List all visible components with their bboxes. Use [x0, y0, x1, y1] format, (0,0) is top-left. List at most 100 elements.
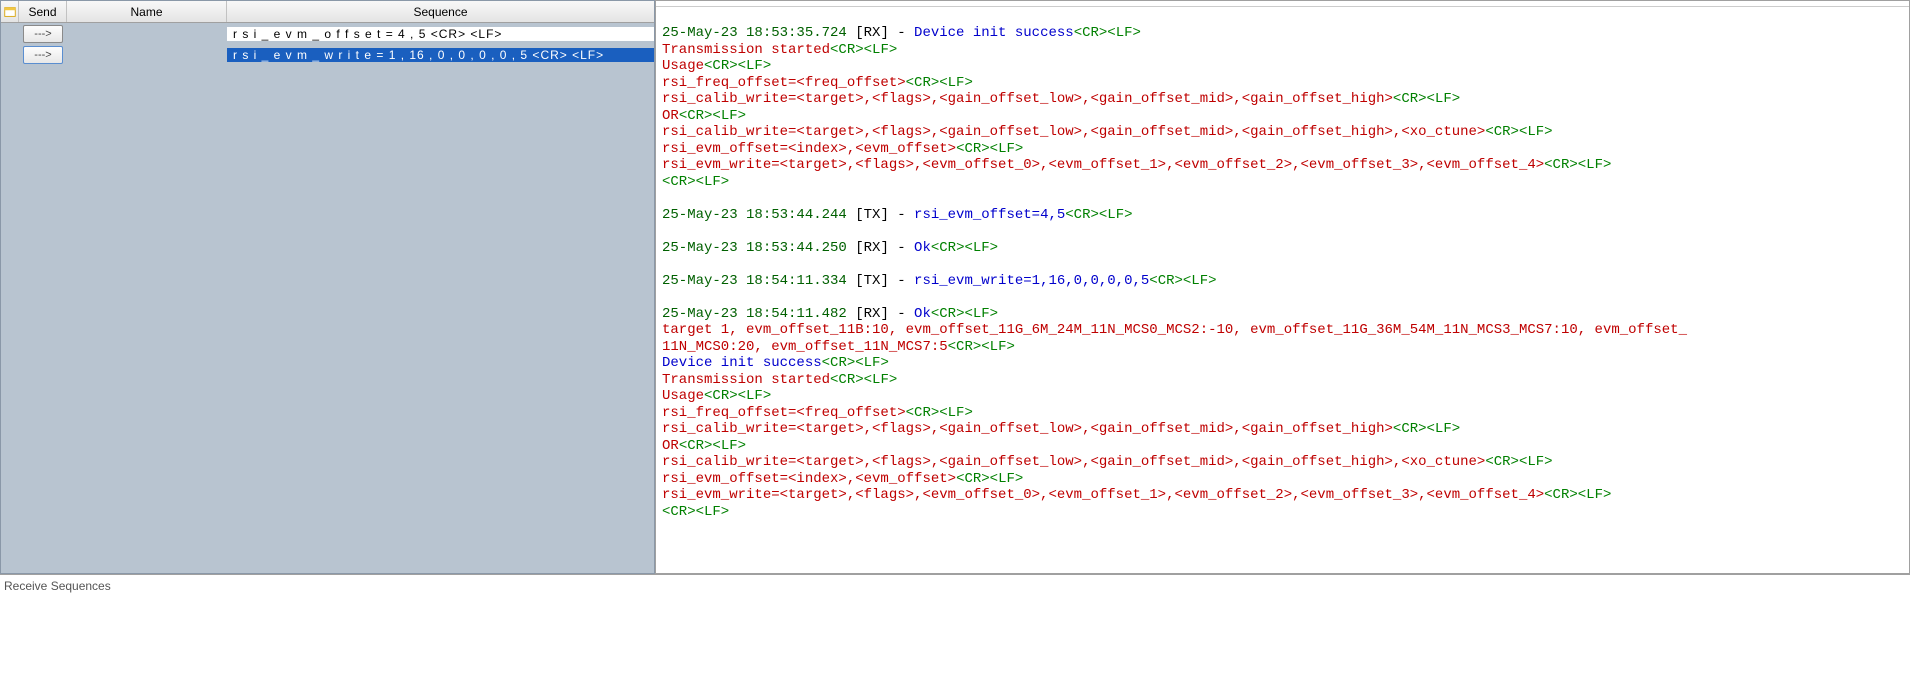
log-segment: <CR><LF> — [1485, 124, 1552, 140]
log-line — [662, 256, 1903, 273]
log-line: Usage<CR><LF> — [662, 58, 1903, 75]
log-segment: 25-May-23 18:53:35.724 — [662, 25, 855, 41]
row-send-cell: ---> — [19, 25, 67, 43]
log-segment: target 1, evm_offset_11B:10, evm_offset_… — [662, 322, 1687, 338]
log-line: rsi_evm_offset=<index>,<evm_offset><CR><… — [662, 141, 1903, 158]
log-line: 11N_MCS0:20, evm_offset_11N_MCS7:5<CR><L… — [662, 339, 1903, 356]
log-line: <CR><LF> — [662, 504, 1903, 521]
row-send-cell: ---> — [19, 46, 67, 64]
log-line: 25-May-23 18:53:44.250 [RX] - Ok<CR><LF> — [662, 240, 1903, 257]
log-line — [662, 223, 1903, 240]
tabs-bar — [656, 0, 1909, 7]
log-line: rsi_calib_write=<target>,<flags>,<gain_o… — [662, 454, 1903, 471]
log-line: rsi_calib_write=<target>,<flags>,<gain_o… — [662, 421, 1903, 438]
log-line: rsi_calib_write=<target>,<flags>,<gain_o… — [662, 124, 1903, 141]
log-segment: <CR><LF> — [1074, 25, 1141, 41]
log-segment: Transmission started — [662, 42, 830, 58]
log-segment: Usage — [662, 58, 704, 74]
log-segment: Device init success — [662, 355, 822, 371]
log-segment: <CR><LF> — [830, 372, 897, 388]
log-line — [662, 190, 1903, 207]
log-segment: <CR><LF> — [956, 141, 1023, 157]
log-segment: rsi_freq_offset=<freq_offset> — [662, 405, 906, 421]
terminal-output[interactable]: 25-May-23 18:53:35.724 [RX] - Device ini… — [662, 25, 1903, 567]
log-segment: 11N_MCS0:20, evm_offset_11N_MCS7:5 — [662, 339, 948, 355]
header-send[interactable]: Send — [19, 1, 67, 22]
log-line: target 1, evm_offset_11B:10, evm_offset_… — [662, 322, 1903, 339]
terminal-panel: 25-May-23 18:53:35.724 [RX] - Device ini… — [655, 0, 1910, 574]
table-body: ---> r s i _ e v m _ o f f s e t = 4 , 5 … — [1, 23, 654, 573]
log-segment: <CR><LF> — [1149, 273, 1216, 289]
header-icon-col — [1, 1, 19, 22]
log-segment: rsi_evm_write=<target>,<flags>,<evm_offs… — [662, 157, 1544, 173]
log-line: Transmission started<CR><LF> — [662, 372, 1903, 389]
log-line: 25-May-23 18:54:11.334 [TX] - rsi_evm_wr… — [662, 273, 1903, 290]
log-segment: rsi_evm_write=<target>,<flags>,<evm_offs… — [662, 487, 1544, 503]
log-segment: rsi_evm_write=1,16,0,0,0,0,5 — [914, 273, 1149, 289]
log-segment: OR — [662, 108, 679, 124]
log-segment: <CR><LF> — [662, 174, 729, 190]
log-segment: <CR><LF> — [662, 504, 729, 520]
log-segment: rsi_evm_offset=<index>,<evm_offset> — [662, 471, 956, 487]
log-segment: Ok — [914, 240, 931, 256]
log-line: rsi_freq_offset=<freq_offset><CR><LF> — [662, 75, 1903, 92]
log-segment: rsi_calib_write=<target>,<flags>,<gain_o… — [662, 421, 1393, 437]
table-row[interactable]: ---> r s i _ e v m _ w r i t e = 1 , 16 ,… — [1, 44, 654, 65]
log-segment: [RX] - — [855, 25, 914, 41]
log-line — [662, 289, 1903, 306]
table-row[interactable]: ---> r s i _ e v m _ o f f s e t = 4 , 5 … — [1, 23, 654, 44]
log-segment: <CR><LF> — [931, 306, 998, 322]
table-row[interactable] — [1, 65, 654, 86]
log-line: Device init success<CR><LF> — [662, 355, 1903, 372]
log-segment: [RX] - — [855, 306, 914, 322]
send-button[interactable]: ---> — [23, 25, 63, 43]
log-segment: <CR><LF> — [1485, 454, 1552, 470]
log-segment: <CR><LF> — [704, 388, 771, 404]
log-segment: <CR><LF> — [679, 108, 746, 124]
log-segment: rsi_evm_offset=4,5 — [914, 207, 1065, 223]
log-segment: Usage — [662, 388, 704, 404]
log-segment: <CR><LF> — [906, 75, 973, 91]
send-button[interactable]: ---> — [23, 46, 63, 64]
log-segment: 25-May-23 18:54:11.482 — [662, 306, 855, 322]
receive-sequences-label: Receive Sequences — [0, 575, 1910, 593]
log-line: rsi_evm_write=<target>,<flags>,<evm_offs… — [662, 157, 1903, 174]
log-segment: <CR><LF> — [704, 58, 771, 74]
log-line: rsi_freq_offset=<freq_offset><CR><LF> — [662, 405, 1903, 422]
log-line: OR<CR><LF> — [662, 438, 1903, 455]
header-sequence[interactable]: Sequence — [227, 1, 654, 22]
log-segment: Ok — [914, 306, 931, 322]
log-segment: [RX] - — [855, 240, 914, 256]
log-line: Usage<CR><LF> — [662, 388, 1903, 405]
log-segment: rsi_calib_write=<target>,<flags>,<gain_o… — [662, 454, 1485, 470]
log-line: OR<CR><LF> — [662, 108, 1903, 125]
log-line: rsi_calib_write=<target>,<flags>,<gain_o… — [662, 91, 1903, 108]
log-segment: 25-May-23 18:53:44.244 — [662, 207, 855, 223]
log-segment: Transmission started — [662, 372, 830, 388]
log-segment: <CR><LF> — [1544, 157, 1611, 173]
log-segment: rsi_evm_offset=<index>,<evm_offset> — [662, 141, 956, 157]
row-sequence-cell[interactable]: r s i _ e v m _ o f f s e t = 4 , 5 <CR>… — [227, 27, 654, 41]
log-segment: <CR><LF> — [956, 471, 1023, 487]
log-line: rsi_evm_write=<target>,<flags>,<evm_offs… — [662, 487, 1903, 504]
log-line: 25-May-23 18:53:35.724 [RX] - Device ini… — [662, 25, 1903, 42]
log-segment: <CR><LF> — [948, 339, 1015, 355]
log-line: rsi_evm_offset=<index>,<evm_offset><CR><… — [662, 471, 1903, 488]
send-sequences-panel: Send Name Sequence ---> r s i _ e v m _ o… — [0, 0, 655, 574]
log-segment: OR — [662, 438, 679, 454]
log-segment: rsi_freq_offset=<freq_offset> — [662, 75, 906, 91]
header-name[interactable]: Name — [67, 1, 227, 22]
log-segment: <CR><LF> — [822, 355, 889, 371]
config-icon — [3, 5, 17, 19]
row-sequence-cell[interactable]: r s i _ e v m _ w r i t e = 1 , 16 , 0 ,… — [227, 48, 654, 62]
log-segment: <CR><LF> — [1065, 207, 1132, 223]
log-segment: [TX] - — [855, 273, 914, 289]
log-segment: 25-May-23 18:53:44.250 — [662, 240, 855, 256]
log-segment: rsi_calib_write=<target>,<flags>,<gain_o… — [662, 91, 1393, 107]
log-segment: [TX] - — [855, 207, 914, 223]
log-line: 25-May-23 18:53:44.244 [TX] - rsi_evm_of… — [662, 207, 1903, 224]
log-segment: Device init success — [914, 25, 1074, 41]
log-segment: <CR><LF> — [906, 405, 973, 421]
log-line: 25-May-23 18:54:11.482 [RX] - Ok<CR><LF> — [662, 306, 1903, 323]
log-segment: <CR><LF> — [830, 42, 897, 58]
